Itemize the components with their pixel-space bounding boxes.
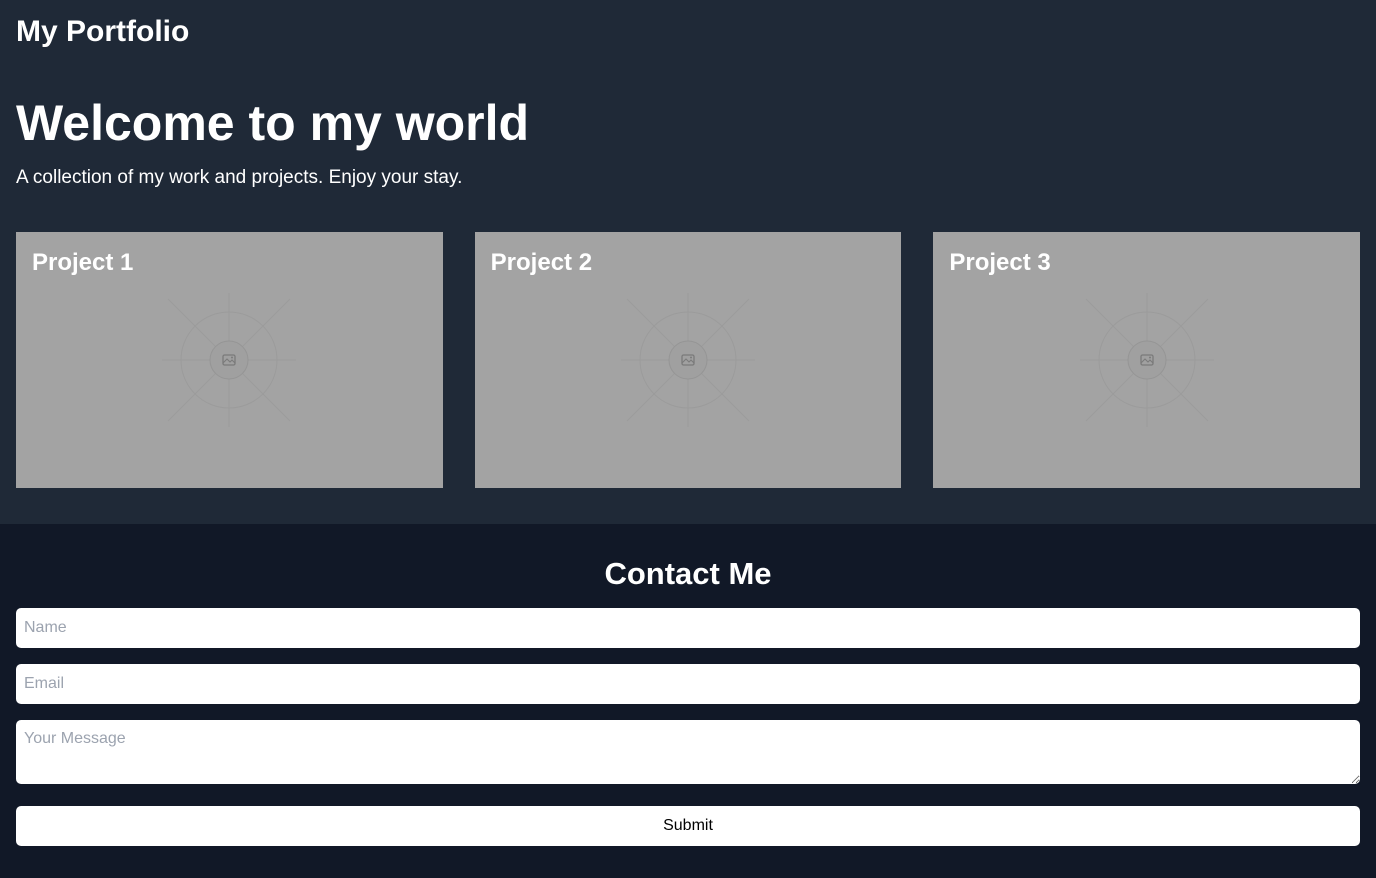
project-card-title: Project 3 [949,249,1051,276]
message-textarea[interactable] [16,720,1360,784]
hero-subtitle: A collection of my work and projects. En… [16,167,463,188]
submit-button[interactable]: Submit [16,806,1360,846]
email-input[interactable] [16,664,1360,704]
name-input[interactable] [16,608,1360,648]
project-card-title: Project 1 [32,249,134,276]
project-card-1[interactable]: Project 1 [16,232,443,488]
project-card-2[interactable]: Project 2 [474,232,902,488]
image-placeholder-icon [162,293,297,427]
image-placeholder-icon [1079,293,1214,427]
image-placeholder-icon [621,293,755,427]
project-card-3[interactable]: Project 3 [933,232,1361,488]
project-card-title: Project 2 [490,249,593,276]
contact-section: Contact Me Submit [0,524,1376,878]
contact-title: Contact Me [604,556,772,591]
projects-grid: Project 1 Project 2 Project 3 [16,232,1361,488]
portfolio-top-section: My Portfolio Welcome to my world A colle… [0,0,1376,524]
hero-title: Welcome to my world [16,95,530,151]
site-brand[interactable]: My Portfolio [16,14,1360,50]
